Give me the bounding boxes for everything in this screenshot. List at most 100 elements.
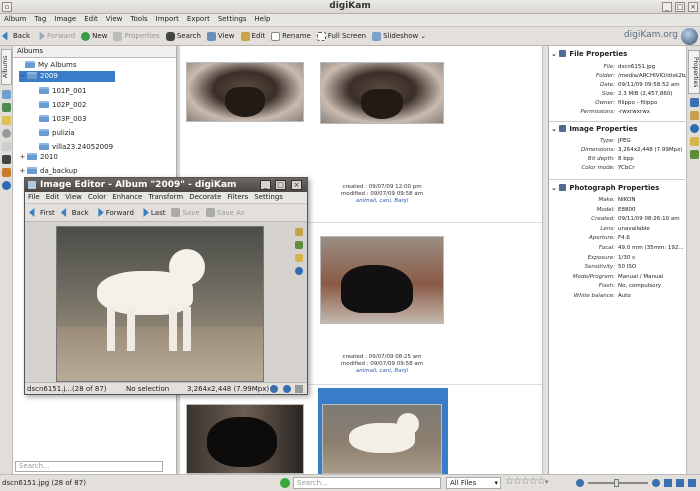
forward-button[interactable]: Forward [36,31,75,41]
thumbnail-image[interactable] [186,62,304,122]
notification-icon[interactable] [676,479,684,487]
captions-icon[interactable] [690,137,699,146]
album-node[interactable]: 102P_002 [31,100,86,111]
album-node[interactable]: − 2009 [19,71,115,82]
editor-menu-filters[interactable]: Filters [224,192,251,202]
back-button[interactable]: Back [2,31,30,41]
view-button[interactable]: View [206,31,235,41]
menu-import[interactable]: Import [152,14,183,24]
expand-toggle[interactable]: + [19,166,26,177]
editor-last-button[interactable]: Last [140,208,165,217]
editor-menu-decorate[interactable]: Decorate [186,192,224,202]
close-button[interactable]: × [688,2,698,12]
metadata-icon[interactable] [690,98,699,107]
resize-grip-icon[interactable] [688,479,696,487]
new-album-button[interactable]: New [81,31,107,41]
zoom-in-icon[interactable] [283,385,291,393]
world-icon[interactable] [2,181,11,190]
thumbnail-image[interactable] [320,236,444,324]
editor-menu-enhance[interactable]: Enhance [109,192,145,202]
layers-icon[interactable] [295,241,303,249]
editor-menu-settings[interactable]: Settings [251,192,286,202]
globe-icon[interactable] [295,267,303,275]
collapse-toggle[interactable]: ⌄ [551,184,559,192]
progress-icon[interactable] [664,479,672,487]
colors-icon[interactable] [690,111,699,120]
mime-filter-select[interactable]: All Files ▾ [446,477,501,489]
binoculars-icon[interactable] [2,155,11,164]
album-tree-header[interactable]: Albums [13,46,176,58]
thumbnail-image[interactable] [320,62,444,124]
thumbnail-item[interactable]: created : 09/07/09 12:00 pm modified : 0… [318,60,448,220]
tab-properties[interactable]: Properties [688,50,700,94]
search-icon[interactable] [2,129,11,138]
tag-icon[interactable] [2,103,11,112]
image-properties-header[interactable]: ⌄ Image Properties [551,125,685,133]
tab-albums[interactable]: Albums [1,49,12,85]
album-node[interactable]: pulizia [31,128,75,139]
thumbnail-image[interactable] [186,404,304,474]
zoom-out-icon[interactable] [270,385,278,393]
calendar-icon[interactable] [2,90,11,99]
album-node[interactable]: 103P_003 [31,114,86,125]
thumbnail-item[interactable] [184,402,314,474]
expand-toggle[interactable]: + [19,152,26,163]
minimize-button[interactable]: _ [662,2,672,12]
zoom-out-icon[interactable] [576,479,584,487]
menu-settings[interactable]: Settings [214,14,251,24]
status-search-input[interactable]: Search... [293,477,441,489]
fullscreen-button[interactable]: Full Screen [316,31,366,41]
editor-menu-view[interactable]: View [62,192,85,202]
editor-canvas[interactable] [56,226,264,382]
properties-button[interactable]: Properties [113,31,160,41]
collapse-toggle[interactable]: ⌄ [551,50,559,58]
thumbnail-image[interactable] [322,404,442,474]
map-search-icon[interactable] [2,168,11,177]
album-search-input[interactable]: Search... [15,461,163,472]
menu-help[interactable]: Help [251,14,275,24]
album-node[interactable]: 101P_001 [31,86,86,97]
menu-album[interactable]: Album [0,14,30,24]
collapse-toggle[interactable]: ⌄ [551,125,559,133]
thumbnail-item[interactable]: created : 09/07/09 08:25 am modified : 0… [318,234,448,382]
album-node[interactable]: + da_backup [19,166,78,177]
expand-toggle[interactable]: − [19,71,26,82]
album-node[interactable]: My Albums [17,60,77,71]
filter-status-icon[interactable] [280,478,290,488]
editor-menu-file[interactable]: File [25,192,43,202]
globe-icon[interactable] [681,28,698,45]
menu-edit[interactable]: Edit [80,14,102,24]
menu-view[interactable]: View [102,14,127,24]
editor-minimize-button[interactable]: _ [260,180,271,190]
zoom-in-icon[interactable] [652,479,660,487]
file-properties-header[interactable]: ⌄ File Properties [551,50,685,58]
editor-maximize-button[interactable]: □ [275,180,286,190]
menu-tools[interactable]: Tools [126,14,151,24]
zoom-slider[interactable] [588,479,648,487]
maximize-button[interactable]: □ [675,2,685,12]
editor-save-as-button[interactable]: Save As [205,208,245,217]
editor-menu-transform[interactable]: Transform [145,192,186,202]
geolocation-icon[interactable] [690,124,699,133]
resize-grip-icon[interactable] [295,385,303,393]
editor-first-button[interactable]: First [29,208,55,217]
fuzzy-search-icon[interactable] [2,142,11,151]
edit-button[interactable]: Edit [240,31,265,41]
rating-filter[interactable]: ☆☆☆☆☆▾ [505,476,548,487]
editor-menu-edit[interactable]: Edit [43,192,63,202]
timeline-icon[interactable] [2,116,11,125]
editor-close-button[interactable]: × [291,180,302,190]
thumbnail-item[interactable] [184,60,314,124]
slideshow-button[interactable]: Slideshow ⌄ [372,31,426,41]
album-node[interactable]: +2010 [19,152,58,163]
rename-button[interactable]: Rename [271,31,311,41]
editor-menu-color[interactable]: Color [85,192,109,202]
menu-export[interactable]: Export [183,14,214,24]
tool-icon[interactable] [295,228,303,236]
histogram-icon[interactable] [295,254,303,262]
menu-tag[interactable]: Tag [30,14,50,24]
editor-back-button[interactable]: Back [60,208,89,217]
editor-save-button[interactable]: Save [171,208,200,217]
search-button[interactable]: Search [165,31,201,41]
thumbnail-item-selected[interactable] [318,388,448,474]
